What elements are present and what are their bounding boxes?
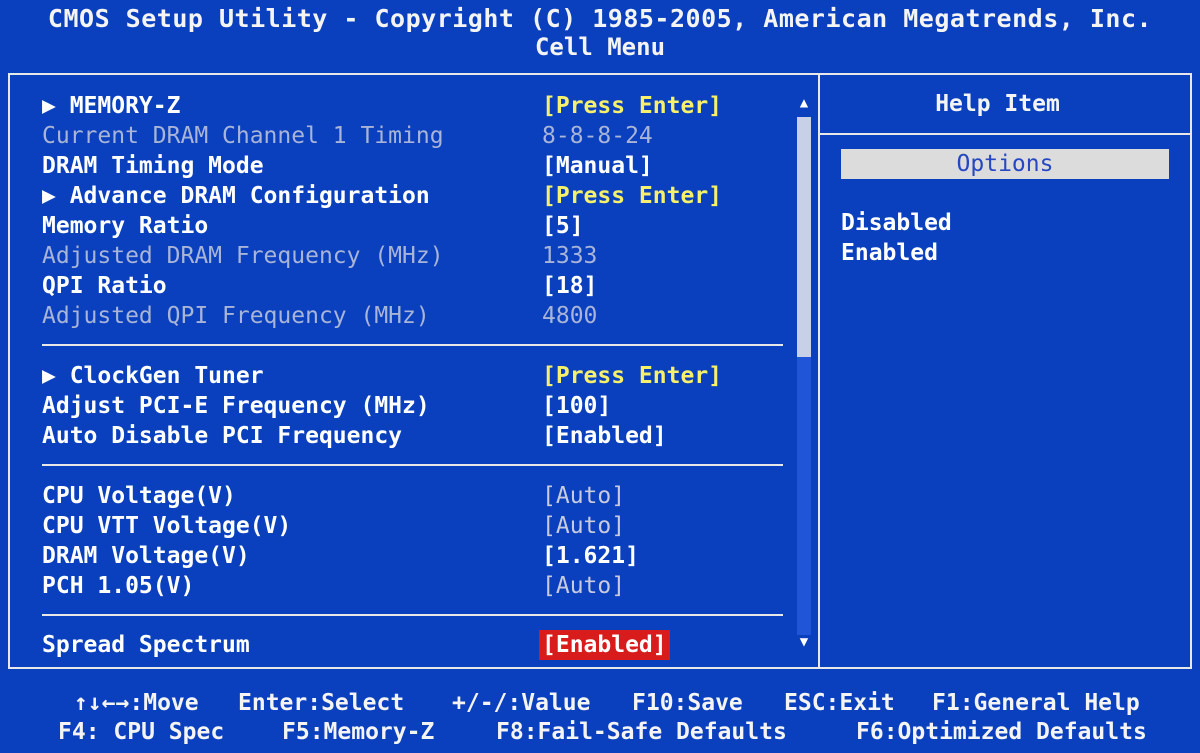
setting-value[interactable]: [Press Enter]	[542, 91, 722, 121]
setting-value[interactable]: [Auto]	[542, 481, 625, 511]
hint-move: ↑↓←→:Move	[74, 690, 199, 716]
setting-label: Memory Ratio	[42, 213, 209, 239]
setting-label: Adjust PCI-E Frequency (MHz)	[42, 393, 430, 419]
section-divider	[42, 614, 783, 616]
hint-value: +/-/:Value	[452, 690, 591, 716]
setting-value: 1333	[542, 243, 598, 269]
options-header: Options	[841, 149, 1169, 179]
setting-label: Current DRAM Channel 1 Timing	[42, 123, 444, 149]
setting-dram-timing-mode[interactable]: DRAM Timing Mode [Manual]	[42, 151, 792, 181]
hint-memory-z: F5:Memory-Z	[282, 719, 435, 745]
setting-value: 4800	[542, 303, 598, 329]
setting-auto-disable-pci[interactable]: Auto Disable PCI Frequency [Enabled]	[42, 421, 792, 451]
setting-spread-spectrum[interactable]: Spread Spectrum [Enabled]	[42, 630, 792, 660]
setting-cpu-vtt-voltage[interactable]: CPU VTT Voltage(V) [Auto]	[42, 511, 792, 541]
section-divider	[42, 344, 783, 346]
setting-label: ▶ Advance DRAM Configuration	[42, 183, 430, 209]
setting-value[interactable]: [Press Enter]	[542, 181, 722, 211]
footer-row-1: ↑↓←→:Move Enter:Select +/-/:Value F10:Sa…	[0, 689, 1200, 717]
setting-label: Adjusted QPI Frequency (MHz)	[42, 303, 430, 329]
setting-label: QPI Ratio	[42, 273, 167, 299]
help-title: Help Item	[935, 91, 1060, 117]
section-divider	[42, 464, 783, 466]
hint-cpu-spec: F4: CPU Spec	[58, 719, 225, 745]
setting-dram-voltage[interactable]: DRAM Voltage(V) [1.621]	[42, 541, 792, 571]
setting-value[interactable]: [1.621]	[542, 541, 639, 571]
setting-dram-channel-timing: Current DRAM Channel 1 Timing 8-8-8-24	[42, 121, 792, 151]
setting-adjusted-dram-frequency: Adjusted DRAM Frequency (MHz) 1333	[42, 241, 792, 271]
setting-label: Spread Spectrum	[42, 632, 250, 658]
footer-row-2: F4: CPU Spec F5:Memory-Z F8:Fail-Safe De…	[0, 718, 1200, 746]
setting-label: PCH 1.05(V)	[42, 573, 195, 599]
setting-label: CPU Voltage(V)	[42, 483, 236, 509]
setting-advance-dram-config[interactable]: ▶ Advance DRAM Configuration [Press Ente…	[42, 181, 792, 211]
hint-optimized-defaults: F6:Optimized Defaults	[856, 719, 1147, 745]
scroll-up-icon[interactable]: ▲	[796, 95, 812, 111]
setting-value[interactable]: [18]	[542, 271, 597, 301]
setting-cpu-voltage[interactable]: CPU Voltage(V) [Auto]	[42, 481, 792, 511]
setting-value[interactable]: [100]	[542, 391, 611, 421]
setting-pch-voltage[interactable]: PCH 1.05(V) [Auto]	[42, 571, 792, 601]
setting-value[interactable]: [Manual]	[542, 151, 653, 181]
hint-save: F10:Save	[632, 690, 743, 716]
setting-adjusted-qpi-frequency: Adjusted QPI Frequency (MHz) 4800	[42, 301, 792, 331]
setting-value[interactable]: [Auto]	[542, 571, 625, 601]
setting-label: Auto Disable PCI Frequency	[42, 423, 403, 449]
scrollbar-thumb[interactable]	[797, 117, 811, 357]
setting-value-selected[interactable]: [Enabled]	[539, 630, 670, 660]
setting-label: DRAM Timing Mode	[42, 153, 264, 179]
hint-general-help: F1:General Help	[932, 690, 1140, 716]
window-title: CMOS Setup Utility - Copyright (C) 1985-…	[47, 4, 1153, 33]
setting-value[interactable]: [Press Enter]	[542, 361, 722, 391]
setting-value[interactable]: [Enabled]	[542, 421, 667, 451]
setting-label: ▶ ClockGen Tuner	[42, 363, 264, 389]
setting-memory-z[interactable]: ▶ MEMORY-Z [Press Enter]	[42, 91, 792, 121]
setting-clockgen-tuner[interactable]: ▶ ClockGen Tuner [Press Enter]	[42, 361, 792, 391]
options-list: Disabled Enabled	[841, 208, 952, 268]
help-divider	[820, 133, 1192, 135]
scroll-down-icon[interactable]: ▼	[796, 634, 812, 650]
hint-exit: ESC:Exit	[784, 690, 895, 716]
setting-pcie-frequency[interactable]: Adjust PCI-E Frequency (MHz) [100]	[42, 391, 792, 421]
setting-value[interactable]: [5]	[542, 211, 584, 241]
setting-value: 8-8-8-24	[542, 123, 653, 149]
option-item: Enabled	[841, 240, 938, 266]
setting-memory-ratio[interactable]: Memory Ratio [5]	[42, 211, 792, 241]
setting-qpi-ratio[interactable]: QPI Ratio [18]	[42, 271, 792, 301]
setting-label: DRAM Voltage(V)	[42, 543, 250, 569]
setting-label: ▶ MEMORY-Z	[42, 93, 181, 119]
setting-label: Adjusted DRAM Frequency (MHz)	[42, 243, 444, 269]
menu-title: Cell Menu	[534, 33, 666, 61]
setting-label: CPU VTT Voltage(V)	[42, 513, 292, 539]
hint-select: Enter:Select	[238, 690, 405, 716]
hint-failsafe-defaults: F8:Fail-Safe Defaults	[496, 719, 787, 745]
panel-divider	[818, 73, 820, 669]
setting-value[interactable]: [Auto]	[542, 511, 625, 541]
option-item: Disabled	[841, 210, 952, 236]
